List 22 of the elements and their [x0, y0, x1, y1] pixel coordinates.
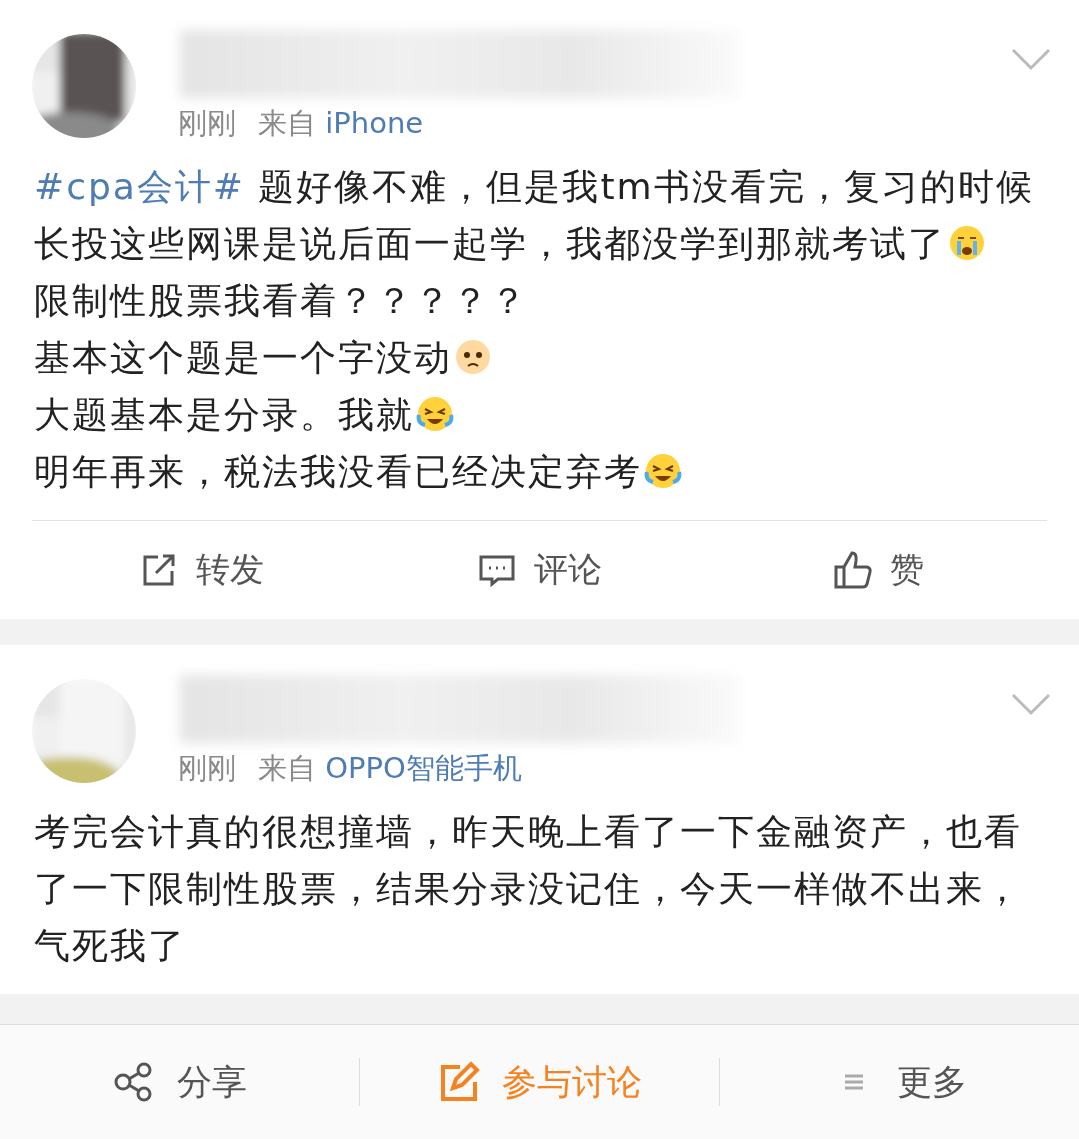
post-text: 基本这个题是一个字没动 [34, 329, 1045, 386]
post-text: #cpa会计# 题好像不难，但是我tm书没看完，复习的时候长投这些网课是说后面一起学，我都没学到那就考试了 [34, 165, 1035, 266]
post-text: 考完会计真的很想撞墙，昨天晚上看了一下金融资产，也看了一下限制性股票，结果分录没记住，今天一样做不出来，气死我了 [34, 810, 1023, 968]
post-time: 刚刚 [178, 750, 236, 787]
like-button[interactable]: 赞 [708, 521, 1047, 619]
laughing-crying-face-icon [644, 452, 682, 490]
chevron-down-icon[interactable] [1011, 693, 1051, 717]
sad-face-icon [454, 338, 492, 376]
comment-button[interactable]: 评论 [370, 521, 709, 619]
crying-face-icon [948, 224, 986, 262]
laughing-crying-face-icon [416, 395, 454, 433]
chevron-down-icon[interactable] [1011, 48, 1051, 72]
post-source: 来自 OPPO智能手机 [258, 750, 522, 787]
repost-button[interactable]: 转发 [32, 521, 371, 619]
share-button[interactable]: 分享 [0, 1058, 359, 1106]
post-time: 刚刚 [178, 105, 236, 142]
hashtag-link[interactable]: #cpa会计# [34, 166, 246, 207]
post-text: 大题基本是分录。我就 [34, 386, 1045, 443]
post-text: 明年再来，税法我没看已经决定弃考 [34, 443, 1045, 500]
post-source: 来自 iPhone [258, 105, 424, 142]
post-text: 限制性股票我看着？？？？？ [34, 279, 529, 323]
menu-button[interactable]: 更多 [719, 1058, 1079, 1106]
